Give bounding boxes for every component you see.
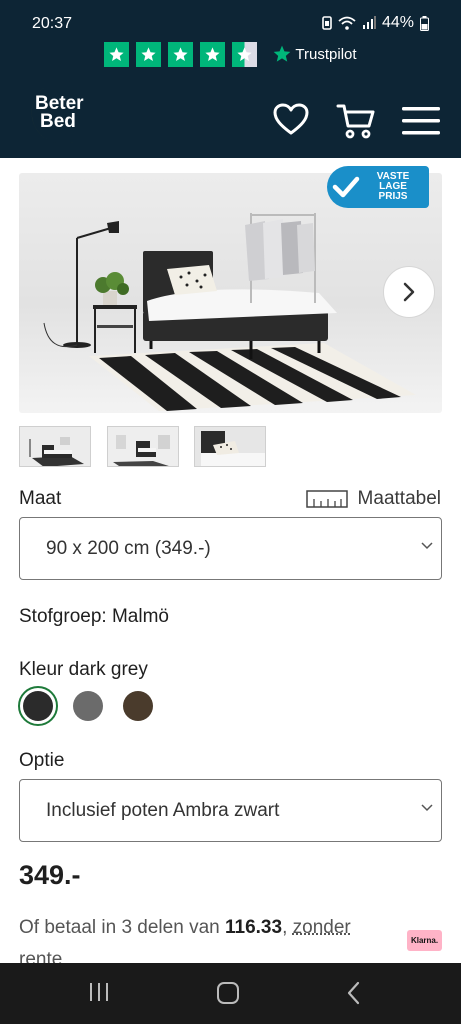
installment-separator: ,	[282, 917, 293, 938]
star-icon	[104, 41, 130, 67]
status-time: 20:37	[32, 15, 73, 32]
badge-line3: PRIJS	[378, 191, 408, 202]
logo-line2: Bed	[40, 111, 76, 132]
swatch-fill	[123, 691, 153, 721]
product-main-image[interactable]	[19, 173, 442, 413]
heart-icon	[273, 103, 309, 135]
thumbnail-1[interactable]	[19, 426, 91, 467]
swatch-fill	[73, 691, 103, 721]
klarna-logo: Klarna.	[407, 930, 442, 951]
next-image-button[interactable]	[383, 266, 435, 318]
interest-free-link[interactable]: zonder	[293, 917, 351, 938]
size-selected-value: 90 x 200 cm (349.-)	[46, 537, 211, 559]
menu-button[interactable]	[401, 106, 441, 141]
installment-prefix: Of betaal in 3 delen van	[19, 917, 225, 938]
android-nav-bar	[0, 963, 461, 1024]
option-label: Optie	[19, 750, 65, 771]
recent-apps-button[interactable]	[88, 981, 110, 1008]
chevron-down-icon	[421, 542, 433, 550]
beter-bed-logo[interactable]: Beter Bed	[18, 82, 98, 148]
size-select[interactable]: 90 x 200 cm (349.-)	[19, 517, 442, 580]
side-table	[93, 272, 137, 353]
bed-scene-illustration	[43, 213, 416, 411]
size-table-label: Maattabel	[357, 488, 441, 509]
badge-text: VASTE LAGE PRIJS	[365, 172, 421, 202]
color-swatch-dark-grey[interactable]	[18, 686, 58, 726]
star-icon	[136, 41, 162, 67]
cart-button[interactable]	[336, 102, 376, 145]
trustpilot-label: Trustpilot	[295, 45, 357, 63]
checkmark-icon	[332, 176, 360, 198]
back-icon	[347, 981, 360, 1005]
home-icon	[217, 982, 239, 1004]
option-select[interactable]: Inclusief poten Ambra zwart	[19, 779, 442, 842]
signal-icon	[362, 16, 376, 29]
size-table-link[interactable]: Maattabel	[305, 488, 441, 510]
status-bar: 20:37 44%	[0, 0, 461, 38]
star-icon	[200, 41, 226, 67]
trustpilot-logo: Trustpilot	[272, 44, 357, 64]
status-icons: 44%	[322, 14, 429, 32]
installment-amount: 116.33	[224, 917, 283, 938]
thumbnail-3[interactable]	[194, 426, 266, 467]
battery-percent: 44%	[381, 14, 414, 31]
trustpilot-bar[interactable]: Trustpilot	[0, 38, 461, 70]
swatch-fill	[23, 691, 53, 721]
fabric-group-text: Stofgroep: Malmö	[19, 606, 169, 627]
thumbnail-2[interactable]	[107, 426, 179, 467]
color-label: Kleur dark grey	[19, 659, 148, 680]
chevron-down-icon	[421, 804, 433, 812]
product-price: 349.-	[19, 860, 81, 890]
option-selected-value: Inclusief poten Ambra zwart	[46, 799, 280, 821]
star-icon	[168, 41, 194, 67]
size-label: Maat	[19, 488, 62, 509]
menu-icon	[402, 107, 440, 135]
color-swatch-brown[interactable]	[118, 686, 158, 726]
cart-icon	[336, 104, 375, 139]
thumbnail-image	[20, 427, 90, 466]
sim-icon	[322, 16, 332, 30]
home-button[interactable]	[216, 981, 240, 1010]
thumbnail-image	[108, 427, 178, 466]
ruler-icon	[305, 490, 348, 508]
thumbnail-image	[195, 427, 265, 466]
site-header: Beter Bed	[0, 70, 461, 158]
trustpilot-star-icon	[274, 45, 291, 62]
chevron-right-icon	[403, 282, 415, 302]
fixed-low-price-badge: VASTE LAGE PRIJS	[327, 166, 429, 208]
half-star-icon	[232, 41, 258, 67]
color-swatch-grey[interactable]	[68, 686, 108, 726]
battery-icon	[420, 15, 429, 31]
wifi-icon	[338, 16, 356, 30]
recent-apps-icon	[90, 983, 108, 1001]
wishlist-button[interactable]	[272, 102, 310, 141]
clothing-rack	[245, 213, 316, 303]
back-button[interactable]	[346, 981, 362, 1010]
